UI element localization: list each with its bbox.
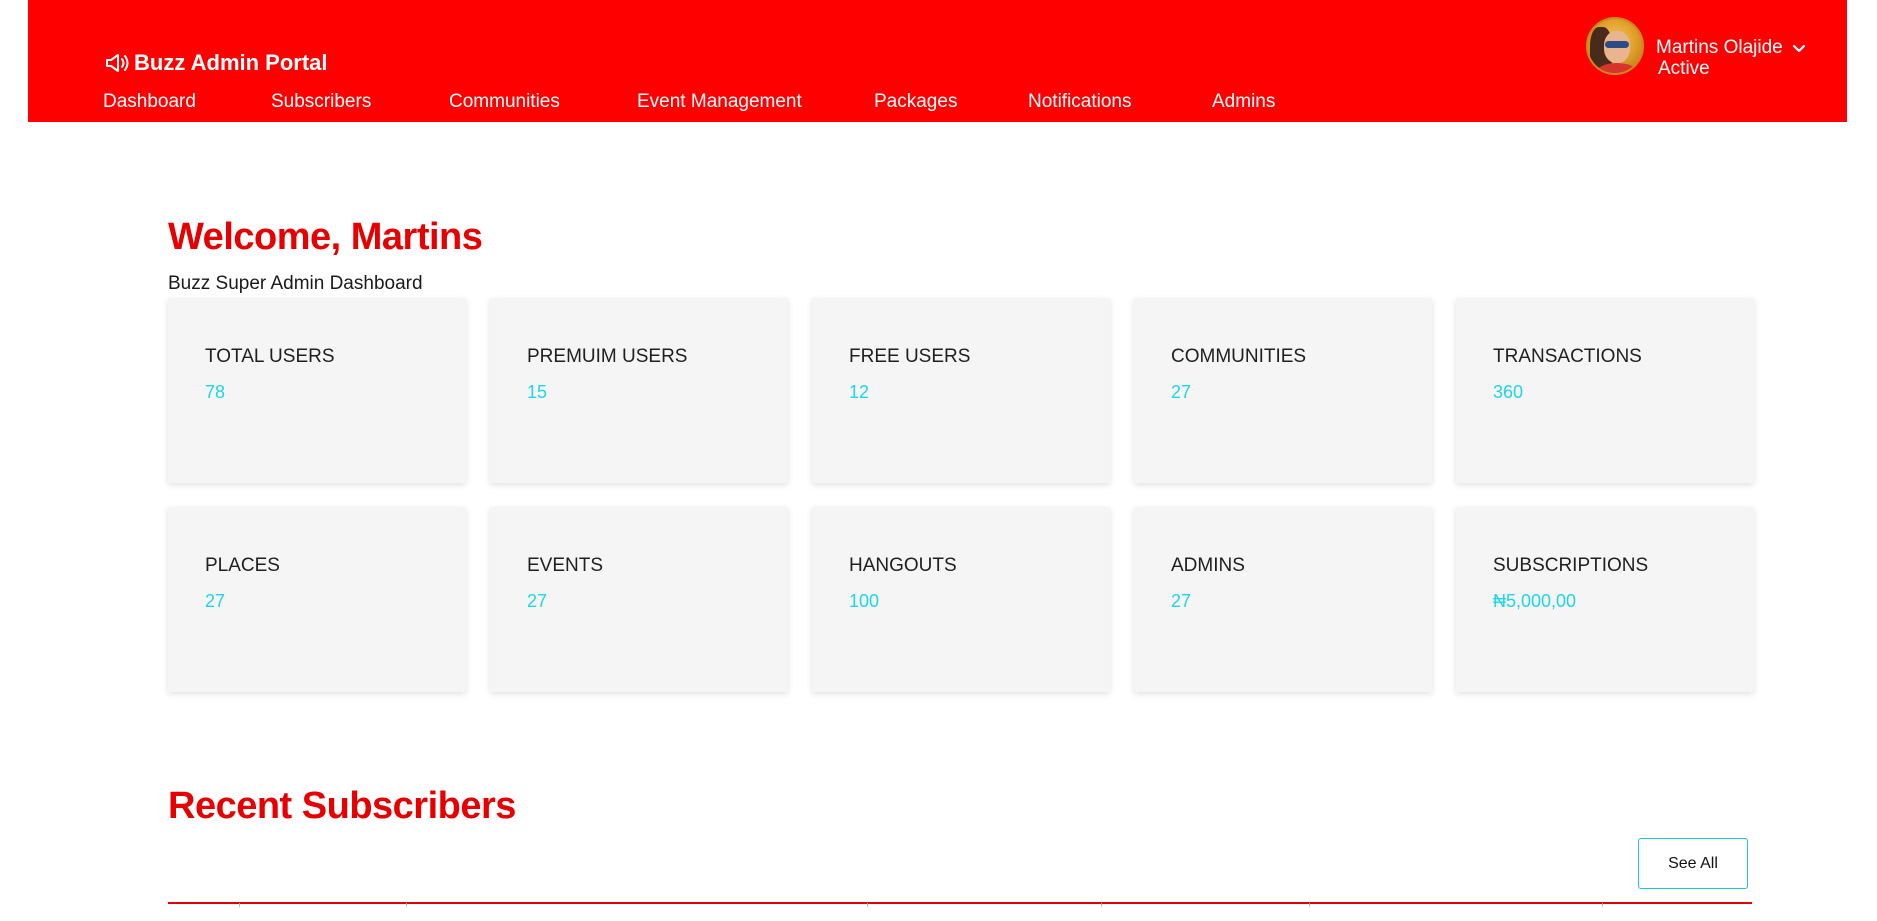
stat-label: TRANSACTIONS (1493, 346, 1642, 367)
nav-item-event-management[interactable]: Event Management (637, 91, 802, 113)
stat-card-transactions[interactable]: TRANSACTIONS 360 (1456, 298, 1754, 483)
stat-value: 100 (849, 591, 880, 611)
stat-value: 27 (1171, 382, 1192, 402)
user-name: Martins Olajide (1656, 37, 1783, 58)
page-subtitle: Buzz Super Admin Dashboard (168, 273, 423, 294)
avatar[interactable] (1586, 17, 1644, 75)
user-menu[interactable]: Martins Olajide Active (1586, 17, 1807, 79)
stat-value: 27 (205, 591, 226, 611)
brand[interactable]: Buzz Admin Portal (104, 50, 328, 76)
stat-card-hangouts[interactable]: HANGOUTS 100 (812, 507, 1110, 692)
stat-label: FREE USERS (849, 346, 971, 367)
nav-item-packages[interactable]: Packages (874, 91, 957, 113)
top-header: Buzz Admin Portal Dashboard Subscribers … (28, 0, 1847, 122)
stat-label: COMMUNITIES (1171, 346, 1307, 367)
stat-value: 15 (527, 382, 548, 402)
stat-card-premium-users[interactable]: PREMUIM USERS 15 (490, 298, 788, 483)
stat-label: PREMUIM USERS (527, 346, 688, 367)
stat-label: SUBSCRIPTIONS (1493, 555, 1649, 576)
nav-item-notifications[interactable]: Notifications (1028, 91, 1132, 113)
chevron-down-icon[interactable] (1791, 40, 1807, 56)
stat-value: 27 (527, 591, 548, 611)
table-column-divider (1309, 903, 1310, 907)
stat-card-free-users[interactable]: FREE USERS 12 (812, 298, 1110, 483)
table-column-divider (406, 903, 407, 907)
megaphone-icon (104, 52, 130, 74)
stat-card-places[interactable]: PLACES 27 (168, 507, 466, 692)
stat-card-events[interactable]: EVENTS 27 (490, 507, 788, 692)
nav-item-subscribers[interactable]: Subscribers (271, 91, 371, 113)
stat-label: ADMINS (1171, 555, 1245, 576)
user-status: Active (1658, 58, 1710, 79)
stat-card-total-users[interactable]: TOTAL USERS 78 (168, 298, 466, 483)
see-all-button[interactable]: See All (1638, 838, 1748, 889)
stat-label: HANGOUTS (849, 555, 957, 576)
stat-value: 27 (1171, 591, 1192, 611)
stat-value: ₦5,000,00 (1493, 591, 1577, 611)
stat-value: 78 (205, 382, 226, 402)
page-title: Welcome, Martins (168, 216, 483, 258)
brand-name: Buzz Admin Portal (134, 50, 328, 75)
stat-card-subscriptions[interactable]: SUBSCRIPTIONS ₦5,000,00 (1456, 507, 1754, 692)
nav-item-dashboard[interactable]: Dashboard (103, 91, 196, 113)
nav-item-communities[interactable]: Communities (449, 91, 560, 113)
table-column-divider (1602, 903, 1603, 907)
stat-label: EVENTS (527, 555, 604, 576)
stat-value: 360 (1493, 382, 1524, 402)
stat-label: PLACES (205, 555, 280, 576)
table-column-divider (239, 903, 240, 907)
table-column-divider (1101, 903, 1102, 907)
stat-card-communities[interactable]: COMMUNITIES 27 (1134, 298, 1432, 483)
nav-item-admins[interactable]: Admins (1212, 91, 1275, 113)
stat-value: 12 (849, 382, 870, 402)
stat-card-admins[interactable]: ADMINS 27 (1134, 507, 1432, 692)
table-column-divider (867, 903, 868, 907)
stat-label: TOTAL USERS (205, 346, 335, 367)
section-title-recent-subscribers: Recent Subscribers (168, 785, 516, 827)
